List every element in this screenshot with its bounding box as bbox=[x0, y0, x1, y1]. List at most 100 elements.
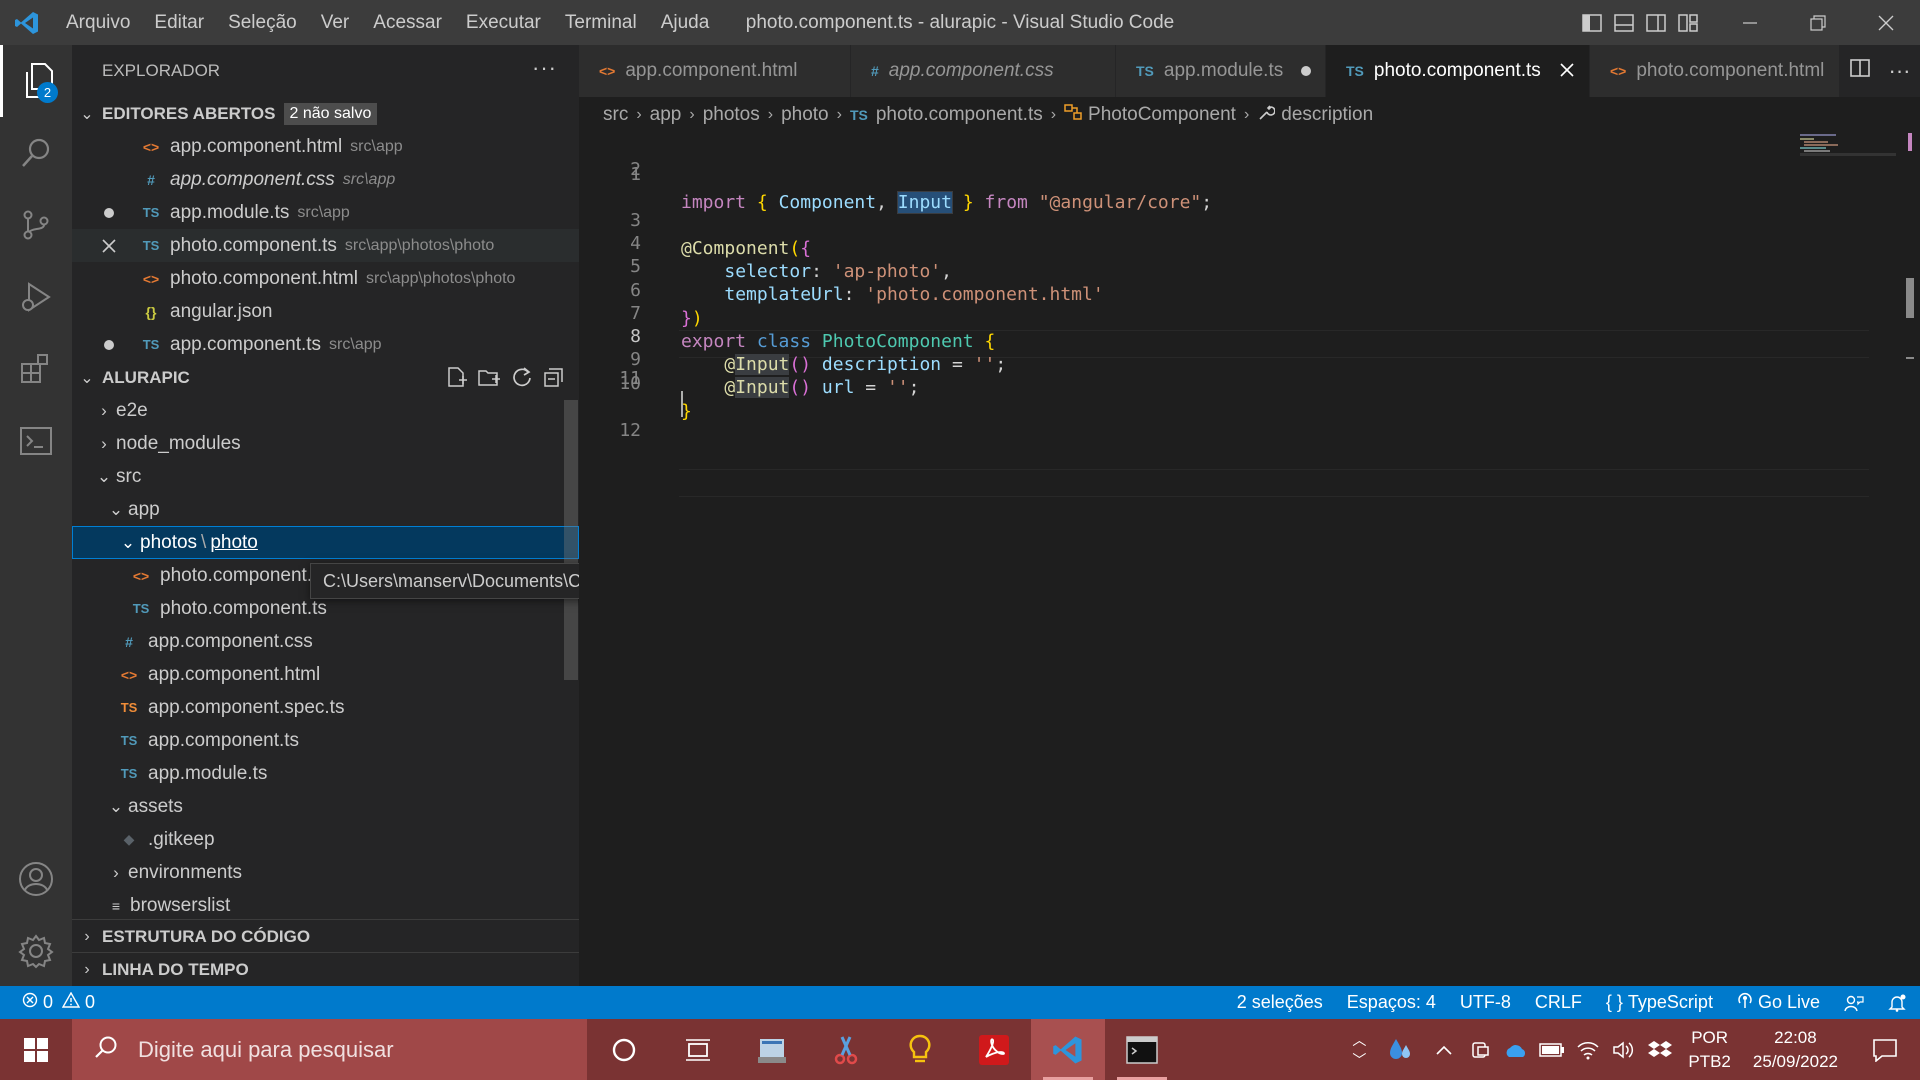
notifications-bell-icon[interactable] bbox=[1876, 994, 1920, 1012]
settings-gear-icon[interactable] bbox=[0, 915, 72, 987]
editor-scrollbar[interactable] bbox=[1904, 133, 1918, 986]
encoding-status[interactable]: UTF-8 bbox=[1448, 992, 1523, 1013]
windows-start-icon[interactable] bbox=[0, 1019, 72, 1080]
tree-folder[interactable]: ⌄ assets bbox=[72, 790, 579, 823]
explorer-icon[interactable]: 2 bbox=[0, 45, 72, 117]
tree-file[interactable]: # app.component.css bbox=[72, 625, 579, 658]
toggle-panel-icon[interactable] bbox=[1608, 0, 1640, 45]
tips-bulb-icon[interactable] bbox=[883, 1019, 957, 1080]
source-control-icon[interactable] bbox=[0, 189, 72, 261]
language-mode[interactable]: { } TypeScript bbox=[1594, 992, 1725, 1013]
tray-scroll-icon[interactable]: ︿ ﹀ bbox=[1344, 1030, 1374, 1070]
tree-folder[interactable]: ⌄ src bbox=[72, 460, 579, 493]
new-folder-icon[interactable] bbox=[477, 366, 501, 393]
breadcrumb-src[interactable]: src bbox=[603, 104, 628, 126]
acrobat-reader-icon[interactable] bbox=[957, 1019, 1031, 1080]
indentation-status[interactable]: Espaços: 4 bbox=[1335, 992, 1448, 1013]
system-clock[interactable]: 22:08 25/09/2022 bbox=[1741, 1026, 1850, 1074]
close-tab-icon[interactable] bbox=[1559, 60, 1575, 83]
collapse-all-icon[interactable] bbox=[543, 366, 565, 393]
go-live-button[interactable]: Go Live bbox=[1725, 991, 1832, 1014]
search-icon[interactable] bbox=[0, 117, 72, 189]
tab-app-module-ts[interactable]: TS app.module.ts bbox=[1116, 45, 1326, 97]
extensions-icon[interactable] bbox=[0, 333, 72, 405]
tree-file[interactable]: ◆ .gitkeep bbox=[72, 823, 579, 856]
app-installer-icon[interactable] bbox=[735, 1019, 809, 1080]
tree-folder[interactable]: › e2e bbox=[72, 394, 579, 427]
tab-app-component-html[interactable]: <> app.component.html bbox=[579, 45, 851, 97]
tree-file[interactable]: TS app.module.ts bbox=[72, 757, 579, 790]
open-editor-item[interactable]: TS app.module.ts src\app bbox=[72, 196, 579, 229]
battery-icon[interactable] bbox=[1534, 1042, 1570, 1058]
breadcrumb-app[interactable]: app bbox=[650, 104, 682, 126]
selections-status[interactable]: 2 seleções bbox=[1225, 992, 1335, 1013]
menu-terminal[interactable]: Terminal bbox=[553, 0, 649, 45]
more-actions-icon[interactable]: ··· bbox=[532, 55, 557, 81]
vscode-taskbar-icon[interactable] bbox=[1031, 1019, 1105, 1080]
tree-folder[interactable]: › node_modules bbox=[72, 427, 579, 460]
device-icon[interactable] bbox=[1462, 1040, 1498, 1060]
open-editor-item[interactable]: {} angular.json bbox=[72, 295, 579, 328]
breadcrumb-photos[interactable]: photos bbox=[703, 104, 760, 126]
tab-app-component-css[interactable]: # app.component.css bbox=[851, 45, 1116, 97]
open-editor-item[interactable]: TS app.component.ts src\app bbox=[72, 328, 579, 361]
eol-status[interactable]: CRLF bbox=[1523, 992, 1594, 1013]
sidebar-scrollbar[interactable] bbox=[564, 400, 578, 680]
unsaved-dot-icon[interactable] bbox=[1301, 66, 1312, 76]
new-file-icon[interactable] bbox=[445, 366, 467, 393]
breadcrumb-property[interactable]: description bbox=[1281, 104, 1373, 126]
tree-file[interactable]: ≡ browserslist bbox=[72, 889, 579, 922]
volume-icon[interactable] bbox=[1606, 1040, 1642, 1060]
open-editor-item[interactable]: # app.component.css src\app bbox=[72, 163, 579, 196]
minimize-icon[interactable] bbox=[1716, 0, 1784, 45]
tab-photo-component-html[interactable]: <> photo.component.html bbox=[1590, 45, 1840, 97]
project-header[interactable]: ⌄ ALURAPIC bbox=[72, 361, 579, 394]
menu-ver[interactable]: Ver bbox=[309, 0, 362, 45]
tree-folder[interactable]: › environments bbox=[72, 856, 579, 889]
outline-header[interactable]: › ESTRUTURA DO CÓDIGO bbox=[72, 920, 579, 953]
show-hidden-icons-icon[interactable] bbox=[1426, 1045, 1462, 1055]
menu-arquivo[interactable]: Arquivo bbox=[54, 0, 142, 45]
timeline-header[interactable]: › LINHA DO TEMPO bbox=[72, 953, 579, 986]
toggle-secondary-sidebar-icon[interactable] bbox=[1640, 0, 1672, 45]
menu-ajuda[interactable]: Ajuda bbox=[649, 0, 722, 45]
breadcrumb-file[interactable]: photo.component.ts bbox=[876, 104, 1043, 126]
open-editor-item-active[interactable]: TS photo.component.ts src\app\photos\pho… bbox=[72, 229, 579, 262]
task-view-icon[interactable] bbox=[661, 1019, 735, 1080]
menu-selecao[interactable]: Seleção bbox=[216, 0, 309, 45]
refresh-icon[interactable] bbox=[511, 366, 533, 393]
more-actions-icon[interactable]: ··· bbox=[1889, 58, 1911, 84]
account-icon[interactable] bbox=[0, 843, 72, 915]
code-editor[interactable]: 1 import { Component, Input } from "@ang… bbox=[579, 133, 1920, 986]
close-window-icon[interactable] bbox=[1852, 0, 1920, 45]
breadcrumb-class[interactable]: PhotoComponent bbox=[1088, 104, 1236, 126]
toggle-sidebar-icon[interactable] bbox=[1576, 0, 1608, 45]
menu-editar[interactable]: Editar bbox=[142, 0, 216, 45]
feedback-icon[interactable] bbox=[1832, 994, 1876, 1012]
open-editor-item[interactable]: <> photo.component.html src\app\photos\p… bbox=[72, 262, 579, 295]
tree-folder[interactable]: ⌄ app bbox=[72, 493, 579, 526]
customize-layout-icon[interactable] bbox=[1672, 0, 1704, 45]
menu-executar[interactable]: Executar bbox=[454, 0, 553, 45]
cortana-icon[interactable] bbox=[587, 1019, 661, 1080]
tree-file[interactable]: TS app.component.spec.ts bbox=[72, 691, 579, 724]
snipping-tool-icon[interactable] bbox=[809, 1019, 883, 1080]
tab-photo-component-ts[interactable]: TS photo.component.ts bbox=[1326, 45, 1590, 97]
tree-file[interactable]: <> app.component.html bbox=[72, 658, 579, 691]
open-editor-item[interactable]: <> app.component.html src\app bbox=[72, 130, 579, 163]
restore-icon[interactable] bbox=[1784, 0, 1852, 45]
dropbox-icon[interactable] bbox=[1642, 1039, 1678, 1061]
tree-folder-selected[interactable]: ⌄ photos \ photo bbox=[72, 526, 579, 559]
split-editor-icon[interactable] bbox=[1849, 58, 1870, 84]
terminal-icon[interactable] bbox=[0, 405, 72, 477]
action-center-icon[interactable] bbox=[1850, 1038, 1920, 1062]
onedrive-cloud-icon[interactable] bbox=[1498, 1041, 1534, 1059]
water-drop-icon[interactable] bbox=[1374, 1036, 1426, 1064]
breadcrumb-photo[interactable]: photo bbox=[781, 104, 829, 126]
input-language[interactable]: POR PTB2 bbox=[1678, 1026, 1741, 1074]
wifi-icon[interactable] bbox=[1570, 1040, 1606, 1060]
command-prompt-icon[interactable] bbox=[1105, 1019, 1179, 1080]
problems-indicator[interactable]: 0 0 bbox=[0, 991, 107, 1013]
tree-file[interactable]: TS app.component.ts bbox=[72, 724, 579, 757]
menu-acessar[interactable]: Acessar bbox=[361, 0, 454, 45]
